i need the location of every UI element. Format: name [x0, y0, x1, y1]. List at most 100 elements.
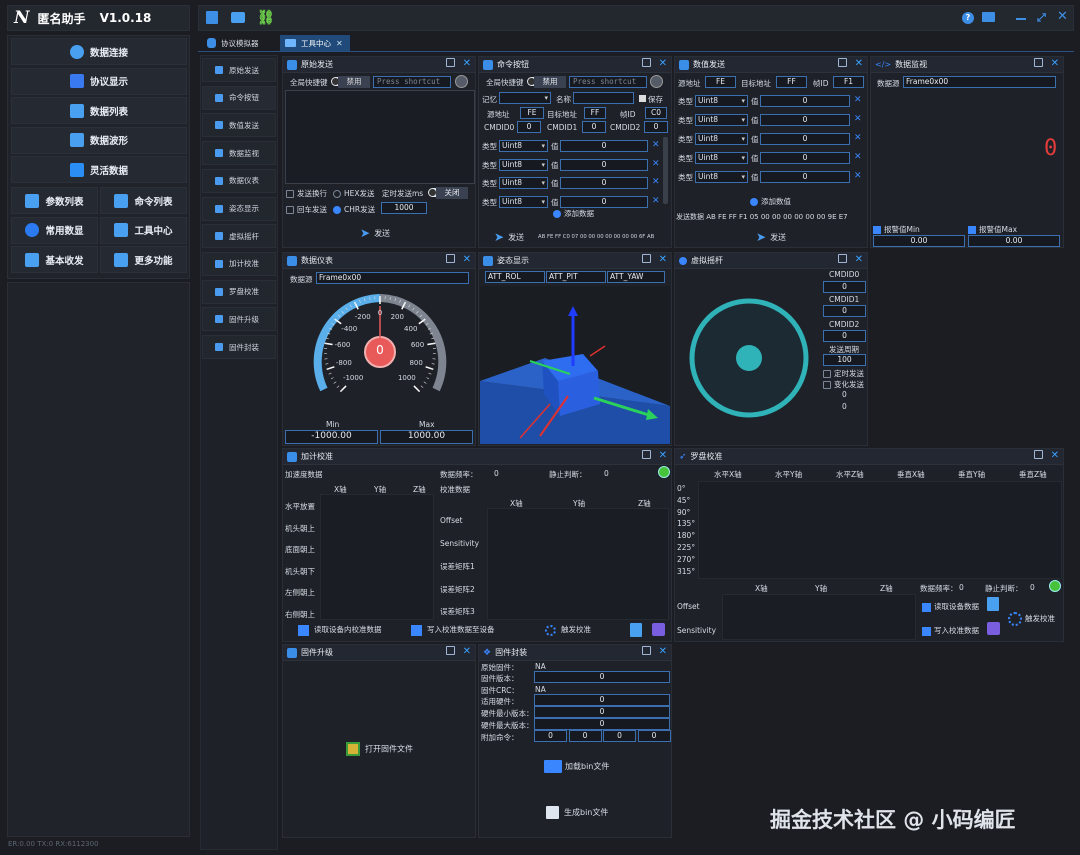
close-window-icon[interactable]: ✕ [1057, 9, 1068, 24]
val-row-type-select[interactable]: Uint8 [695, 171, 748, 183]
compass-trash-icon[interactable] [987, 597, 999, 611]
source-input[interactable]: Frame0x00 [316, 272, 469, 284]
tool-nav-item[interactable]: 固件升级 [202, 307, 276, 332]
interval-input[interactable]: 1000 [381, 202, 427, 214]
extra-cmd-input[interactable]: 0 [534, 730, 567, 742]
sidebar-item[interactable]: 参数列表 [11, 187, 98, 214]
save-icon[interactable] [206, 11, 218, 24]
name-input[interactable] [573, 92, 634, 104]
accel-write-button[interactable]: 写入校准数据至设备 [411, 624, 495, 636]
ver-input[interactable]: 0 [534, 671, 670, 683]
extra-cmd-input[interactable]: 0 [603, 730, 636, 742]
record-button[interactable] [455, 75, 468, 88]
joy-cmd2-input[interactable]: 0 [823, 330, 866, 342]
shortcut-input[interactable]: Press shortcut [373, 76, 451, 88]
add-value-button[interactable]: 添加数值 [750, 196, 791, 207]
sidebar-item[interactable]: 常用数显 [11, 216, 98, 244]
tool-nav-item[interactable]: 命令按钮 [202, 85, 276, 110]
accel-cube-icon[interactable] [652, 623, 665, 636]
close-icon[interactable]: ✕ [855, 58, 863, 70]
opt-hex[interactable]: HEX发送 [333, 188, 375, 199]
source-input[interactable]: Frame0x00 [903, 76, 1056, 88]
monitor-icon[interactable] [982, 12, 995, 22]
val-row-remove-icon[interactable]: ✕ [854, 95, 862, 105]
extra-cmd-input[interactable]: 0 [637, 730, 671, 742]
val-row-type-select[interactable]: Uint8 [695, 133, 748, 145]
val-row-remove-icon[interactable]: ✕ [854, 171, 862, 181]
joy-change-check[interactable]: 变化发送 [823, 379, 864, 390]
load-bin-button[interactable]: 加载bin文件 [544, 760, 609, 773]
tool-nav-item[interactable]: 加计校准 [202, 251, 276, 276]
cmd2-input[interactable]: 0 [644, 121, 668, 133]
val-row-val-input[interactable]: 0 [760, 95, 850, 107]
cmd-row-val-input[interactable]: 0 [560, 158, 648, 171]
sidebar-item[interactable]: 数据波形 [11, 126, 187, 154]
joy-timer-check[interactable]: 定时发送 [823, 368, 864, 379]
cmd-row-remove-icon[interactable]: ✕ [652, 177, 660, 187]
record-button[interactable] [650, 75, 663, 88]
float-icon[interactable] [445, 58, 455, 67]
sidebar-item[interactable]: 工具中心 [100, 216, 187, 244]
tool-nav-item[interactable]: 原始发送 [202, 58, 276, 82]
float-icon[interactable] [641, 646, 651, 655]
float-icon[interactable] [641, 450, 651, 459]
open-firmware-button[interactable]: 打开固件文件 [346, 742, 413, 756]
close-icon[interactable]: ✕ [659, 58, 667, 70]
cmd-row-val-input[interactable]: 0 [560, 195, 648, 208]
raw-send-button[interactable]: ➤ 发送 [360, 226, 390, 240]
float-icon[interactable] [641, 254, 651, 263]
tool-nav-item[interactable]: 罗盘校准 [202, 279, 276, 304]
tool-nav-item[interactable]: 数据仪表 [202, 168, 276, 193]
tool-nav-item[interactable]: 数值发送 [202, 113, 276, 138]
sidebar-item[interactable]: 命令列表 [100, 187, 187, 214]
cmd-row-val-input[interactable]: 0 [560, 177, 648, 189]
float-icon[interactable] [837, 58, 847, 67]
accel-read-button[interactable]: 读取设备内校准数据 [298, 624, 382, 636]
accel-trash-icon[interactable] [630, 623, 642, 637]
tab-close-icon[interactable]: ✕ [336, 39, 343, 48]
maxv-input[interactable]: 0 [534, 718, 670, 730]
val-row-val-input[interactable]: 0 [760, 171, 850, 183]
float-icon[interactable] [445, 254, 455, 263]
cmd-add-data-button[interactable]: 添加数据 [553, 208, 594, 219]
cmd-scrollbar[interactable] [663, 137, 668, 204]
help-icon[interactable]: ? [962, 12, 974, 24]
float-icon[interactable] [1033, 58, 1043, 67]
opt-crlf[interactable]: 回车发送 [286, 204, 327, 215]
gauge-min-input[interactable]: -1000.00 [285, 430, 378, 444]
joy-period-input[interactable]: 100 [823, 354, 866, 366]
gen-bin-button[interactable]: 生成bin文件 [546, 806, 608, 819]
close-icon[interactable]: ✕ [659, 450, 667, 462]
compass-cube-icon[interactable] [987, 622, 1000, 635]
val-row-type-select[interactable]: Uint8 [695, 95, 748, 107]
val-row-remove-icon[interactable]: ✕ [854, 152, 862, 162]
val-row-val-input[interactable]: 0 [760, 114, 850, 126]
opt-newline[interactable]: 发送换行 [286, 188, 327, 199]
minimize-icon[interactable] [1016, 18, 1026, 20]
tab-protocol-sim[interactable]: 协议模拟器 [201, 35, 276, 51]
close-icon[interactable]: ✕ [463, 254, 471, 266]
save-button[interactable]: 保存 [639, 94, 663, 105]
link-toolbar-icon[interactable]: ⛓ [257, 10, 275, 26]
dst-input[interactable]: FF [776, 76, 807, 88]
close-icon[interactable]: ✕ [463, 58, 471, 70]
maximize-icon[interactable]: ⤢ [1037, 11, 1046, 25]
sidebar-item[interactable]: 数据列表 [11, 97, 187, 125]
accel-trigger-button[interactable]: 触发校准 [545, 624, 591, 636]
cmd0-input[interactable]: 0 [517, 121, 541, 133]
dst-input[interactable]: FF [584, 107, 606, 119]
alarm-min-input[interactable]: 0.00 [873, 235, 965, 247]
val-row-remove-icon[interactable]: ✕ [854, 133, 862, 143]
src-input[interactable]: FE [520, 107, 544, 119]
compass-trigger-button[interactable]: 触发校准 [1008, 612, 1055, 626]
compass-read-button[interactable]: 读取设备数据 [922, 601, 979, 612]
tool-nav-item[interactable]: 数据监视 [202, 141, 276, 166]
src-input[interactable]: FE [705, 76, 736, 88]
close-icon[interactable]: ✕ [659, 254, 667, 266]
val-row-val-input[interactable]: 0 [760, 152, 850, 164]
sidebar-item[interactable]: 协议显示 [11, 67, 187, 95]
float-icon[interactable] [837, 254, 847, 263]
close-icon[interactable]: ✕ [1051, 58, 1059, 70]
memory-select[interactable] [499, 92, 551, 104]
chat-icon[interactable] [231, 12, 245, 23]
